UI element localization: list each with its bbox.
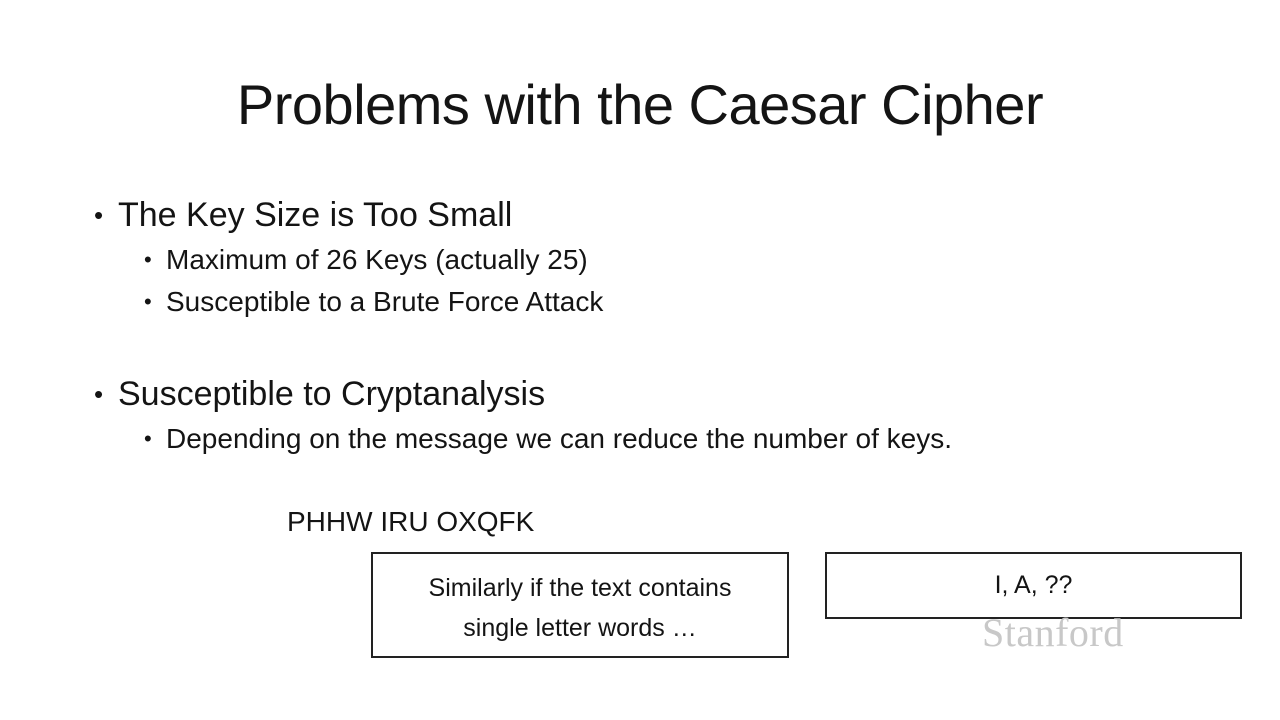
sub-bullet-text: Maximum of 26 Keys (actually 25) bbox=[166, 244, 588, 275]
stanford-watermark: Stanford bbox=[982, 610, 1124, 655]
bullet-dot: • bbox=[94, 379, 104, 409]
sub-bullet-text: Depending on the message we can reduce t… bbox=[166, 423, 953, 454]
sub-bullet-reduce-keys: • Depending on the message we can reduce… bbox=[144, 422, 953, 456]
bullet-cryptanalysis: • Susceptible to Cryptanalysis bbox=[94, 374, 546, 414]
sub-bullet-max-keys: • Maximum of 26 Keys (actually 25) bbox=[144, 243, 588, 277]
callout-line: single letter words … bbox=[463, 614, 697, 642]
cipher-text: PHHW IRU OXQFK bbox=[287, 506, 535, 537]
sub-bullet-text: Susceptible to a Brute Force Attack bbox=[166, 286, 604, 317]
bullet-text: The Key Size is Too Small bbox=[118, 196, 513, 234]
callout-box-single-letter: Similarly if the text contains single le… bbox=[371, 552, 789, 658]
slide-title: Problems with the Caesar Cipher bbox=[236, 73, 1044, 136]
bullet-key-size: • The Key Size is Too Small bbox=[94, 195, 513, 235]
slide: Problems with the Caesar Cipher • The Ke… bbox=[0, 0, 1280, 720]
bullet-dot: • bbox=[144, 289, 152, 314]
callout-box-letters: I, A, ?? bbox=[825, 552, 1242, 619]
bullet-dot: • bbox=[144, 426, 152, 451]
bullet-text: Susceptible to Cryptanalysis bbox=[118, 375, 546, 413]
callout-line: Similarly if the text contains bbox=[428, 574, 732, 602]
bullet-dot: • bbox=[144, 247, 152, 272]
sub-bullet-brute-force: • Susceptible to a Brute Force Attack bbox=[144, 285, 604, 319]
callout-text: I, A, ?? bbox=[994, 571, 1073, 599]
bullet-dot: • bbox=[94, 200, 104, 230]
